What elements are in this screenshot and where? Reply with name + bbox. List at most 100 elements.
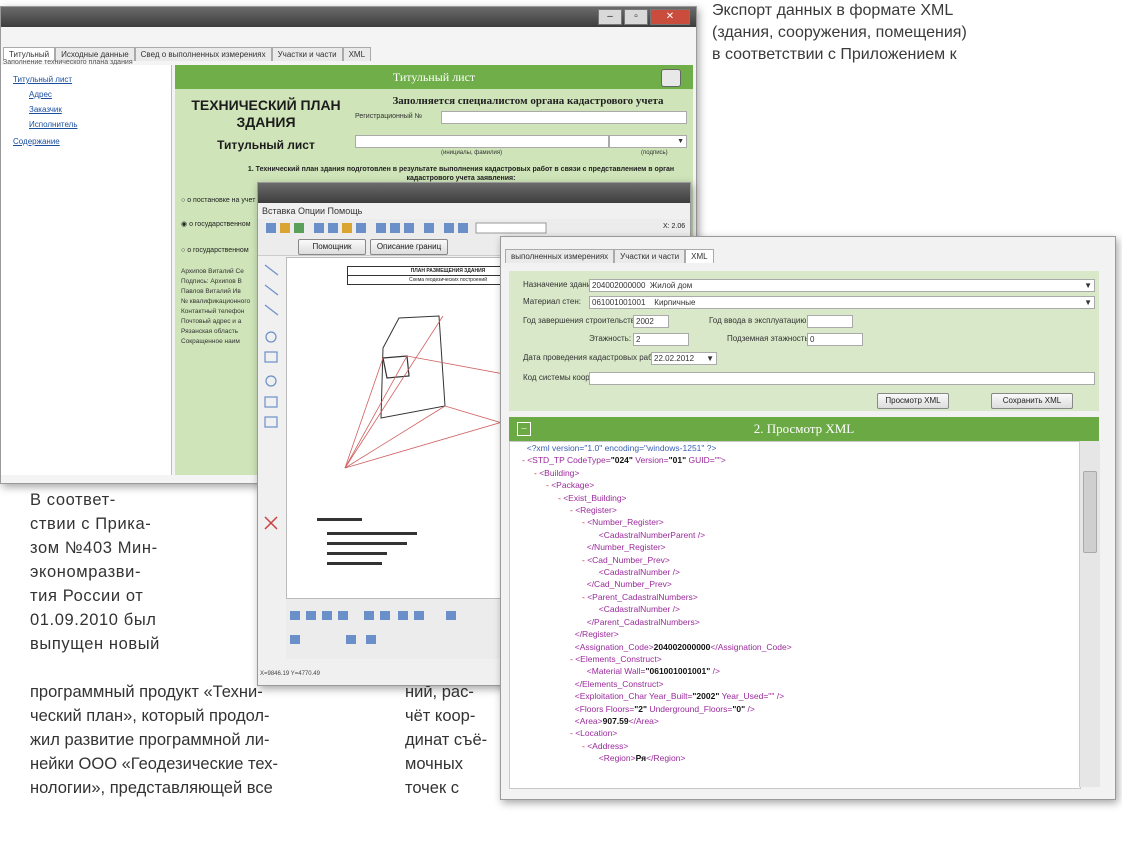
title-sheet-header: Титульный лист [175, 65, 693, 89]
xml-line: <Area>907.59</Area> [574, 715, 659, 726]
collapse-icon[interactable]: – [517, 422, 531, 436]
executor-field-line: Контактный телефон [181, 308, 245, 315]
walls-code: 061001001001 [592, 298, 646, 307]
coord-system-field[interactable] [589, 372, 1095, 385]
xml-line: - <Number_Register> [582, 517, 664, 528]
tab-0[interactable]: выполненных измерениях [505, 249, 615, 263]
cadastral-heading: Заполняется специалистом органа кадастро… [392, 95, 664, 107]
article-text-left: В соответ-ствии с Прика-зом №403 Мин-эко… [30, 488, 245, 656]
article-column-line: точек с [405, 779, 460, 797]
tree-item-contents[interactable]: Содержание [13, 137, 60, 146]
scrollbar-thumb[interactable] [1083, 471, 1097, 553]
reg-number-field[interactable] [441, 111, 687, 124]
doc-subtitle: Титульный лист [217, 138, 315, 152]
purpose-select[interactable]: 204002000000 Жилой дом ▼ [589, 279, 1095, 292]
xml-line: <?xml version="1.0" encoding="windows-12… [526, 443, 717, 453]
signature-caption: (подпись) [641, 150, 668, 156]
tree-item-executor[interactable]: Исполнитель [29, 120, 78, 129]
article-top-line: Экспорт данных в формате XML [712, 2, 954, 19]
window-titlebar [1, 7, 696, 27]
xml-line: - <STD_TP CodeType="024" Version="01" GU… [522, 455, 726, 466]
article-bottom-line: нейки ООО «Геодезические тех- [30, 755, 278, 773]
xml-line: - <Package> [546, 480, 595, 491]
xml-line: - <Address> [582, 740, 629, 751]
article-bottom-line: жил развитие программной ли- [30, 731, 270, 749]
xml-line: - <Register> [570, 505, 617, 516]
article-column-line: мочных [405, 755, 463, 773]
article-text-bottom: программный продукт «Техни-ческий план»,… [30, 680, 450, 800]
article-column-line: чёт коор- [405, 707, 476, 725]
article-left-line: В соответ- [30, 491, 116, 509]
xml-line: - <Exist_Building> [558, 492, 627, 503]
xml-preview[interactable]: <?xml version="1.0" encoding="windows-12… [509, 441, 1081, 789]
xml-line: </Register> [574, 629, 619, 640]
xml-line: - <Parent_CadastralNumbers> [582, 591, 698, 602]
minimize-button[interactable]: – [598, 9, 622, 25]
article-text-top: Экспорт данных в формате XML (здания, соо… [712, 0, 1112, 66]
drawing-tools-icons[interactable] [260, 257, 284, 657]
view-xml-button[interactable]: Просмотр XML [877, 393, 949, 409]
article-left-line: экономразви- [30, 563, 142, 581]
floors-label: Этажность: [589, 334, 632, 343]
xml-line: - <Location> [570, 728, 618, 739]
article-top-line: в соответствии с Приложением к [712, 46, 957, 63]
window-tabs: выполненных измерениях Участки и части XML [505, 249, 714, 263]
purpose-label: Назначение здания: [523, 280, 598, 289]
tab-2[interactable]: Свед о выполненных измерениях [134, 47, 272, 61]
xml-line: </Number_Register> [586, 542, 666, 553]
executor-field-line: Почтовый адрес и а [181, 318, 242, 325]
article-left-line: выпущен новый [30, 635, 161, 653]
maximize-button[interactable]: ▫ [624, 9, 648, 25]
xml-line: <Exploitation_Char Year_Built="2002" Yea… [574, 691, 785, 702]
radio-option-selected[interactable]: ◉ [181, 221, 189, 228]
xml-line: </Parent_CadastralNumbers> [586, 616, 700, 627]
xml-preview-title: 2. Просмотр XML [753, 421, 855, 436]
xml-scrollbar[interactable] [1079, 441, 1100, 787]
article-column-line: динат съё- [405, 731, 488, 749]
floors-field[interactable]: 2 [633, 333, 689, 346]
section-paragraph: 1. Технический план здания подготовлен в… [247, 166, 675, 182]
menu-bar[interactable]: Вставка Опции Помощь [258, 203, 690, 219]
tab-3[interactable]: Участки и части [271, 47, 343, 61]
executor-field-line: Рязанская область [181, 328, 239, 335]
survey-date-label: Дата проведения кадастровых работ: [523, 353, 663, 362]
specialist-dropdown[interactable]: ▼ [609, 135, 687, 148]
boundary-button[interactable]: Описание границ [370, 239, 448, 255]
helper-button[interactable]: Помощник [298, 239, 366, 255]
print-icon[interactable] [661, 69, 681, 87]
chevron-down-icon: ▼ [706, 354, 714, 363]
navigation-tree: Титульный лист Адрес Заказчик Исполнител… [1, 65, 172, 475]
underground-field[interactable]: 0 [807, 333, 863, 346]
tree-item-address[interactable]: Адрес [29, 90, 52, 99]
xml-line: <Region>Ря</Region> [598, 753, 686, 764]
tree-item-customer[interactable]: Заказчик [29, 105, 62, 114]
window-controls: – ▫ ✕ [598, 9, 690, 25]
tab-4[interactable]: XML [342, 47, 372, 61]
specialist-field[interactable] [355, 135, 609, 148]
xml-line: <CadastralNumber /> [598, 604, 680, 615]
article-text-column: ний, рас-чёт коор-динат съё-мочных точек … [405, 680, 488, 800]
tab-1[interactable]: Участки и части [614, 249, 686, 263]
executor-field-line: № квалификационного [181, 298, 251, 305]
purpose-code: 204002000000 [592, 281, 646, 290]
close-button[interactable]: ✕ [650, 9, 690, 25]
underground-label: Подземная этажность: [727, 334, 811, 343]
xml-preview-header: – 2. Просмотр XML [509, 417, 1099, 441]
xml-line: <Material Wall="061001001001" /> [586, 666, 720, 677]
save-xml-button[interactable]: Сохранить XML [991, 393, 1073, 409]
reg-number-label: Регистрационный № [355, 113, 423, 120]
year-used-field[interactable] [807, 315, 853, 328]
radio-label: о государственном [187, 247, 249, 254]
tab-2[interactable]: XML [685, 249, 714, 263]
tree-item-title-sheet[interactable]: Титульный лист [13, 75, 72, 84]
year-built-label: Год завершения строительства: [523, 316, 642, 325]
radio-label: о государственном [189, 221, 251, 228]
walls-select[interactable]: 061001001001 Кирпичные ▼ [589, 296, 1095, 309]
year-built-field[interactable]: 2002 [633, 315, 669, 328]
doc-title-line1: ТЕХНИЧЕСКИЙ ПЛАН [191, 97, 341, 113]
radio-label: о постановке на учет [187, 197, 256, 204]
survey-date-field[interactable]: 22.02.2012 ▼ [651, 352, 717, 365]
doc-title-line2: ЗДАНИЯ [236, 114, 296, 130]
xml-line: <Assignation_Code>204002000000</Assignat… [574, 641, 792, 652]
executor-field-line: Павлов Виталий Ив [181, 288, 241, 295]
